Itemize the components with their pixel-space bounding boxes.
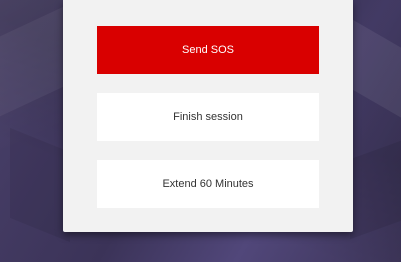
finish-session-label: Finish session [173,111,243,123]
finish-session-button[interactable]: Finish session [97,93,319,141]
background-facet [10,127,70,243]
background-facet [0,3,70,117]
extend-session-button[interactable]: Extend 60 Minutes [97,160,319,208]
extend-session-label: Extend 60 Minutes [162,178,254,190]
session-options-dialog: Send SOS Finish session Extend 60 Minute… [63,0,353,232]
background-facet [350,140,401,240]
send-sos-label: Send SOS [182,44,234,56]
send-sos-button[interactable]: Send SOS [97,26,319,74]
